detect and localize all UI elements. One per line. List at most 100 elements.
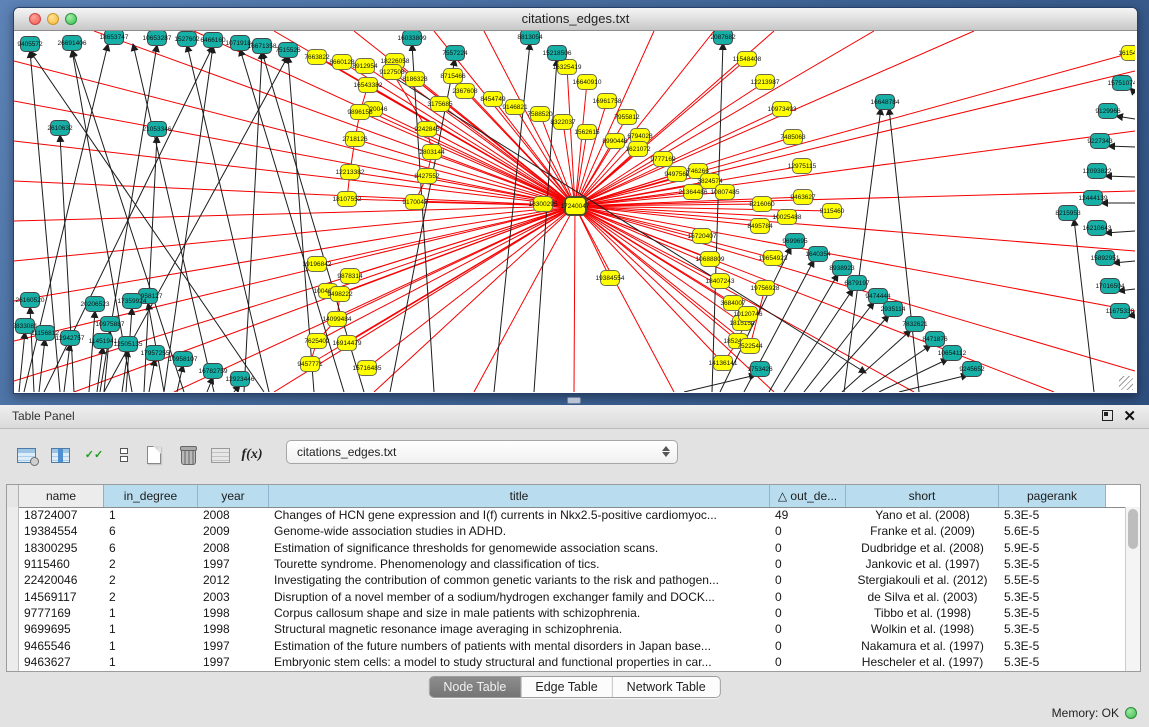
graph-node[interactable]: 16961758 xyxy=(597,93,617,109)
graph-node[interactable]: 14099484 xyxy=(327,311,347,327)
zoom-window-icon[interactable] xyxy=(65,13,77,25)
graph-node[interactable]: 8216060 xyxy=(752,196,772,212)
close-panel-icon[interactable]: ✕ xyxy=(1123,407,1136,426)
graph-node[interactable]: 16640910 xyxy=(577,74,597,90)
graph-node[interactable]: 9878314 xyxy=(340,268,360,284)
graph-node[interactable]: 2367608 xyxy=(455,83,475,99)
graph-node[interactable]: 7832621 xyxy=(905,316,925,332)
graph-node[interactable]: 11548408 xyxy=(737,51,757,67)
graph-node[interactable]: 8660128 xyxy=(332,54,352,70)
graph-node[interactable]: 9245652 xyxy=(962,361,982,377)
graph-node[interactable]: 7485063 xyxy=(783,129,803,145)
graph-node[interactable]: 1562615 xyxy=(577,124,597,140)
table-row[interactable]: 911546021997Tourette syndrome. Phenomeno… xyxy=(19,556,1125,572)
graph-node[interactable]: 2935114 xyxy=(883,301,903,317)
graph-node[interactable]: 18653747 xyxy=(104,31,124,45)
graph-node[interactable]: 6879197 xyxy=(847,275,867,291)
graph-node[interactable]: 7522544 xyxy=(740,338,760,354)
graph-node[interactable]: 2718126 xyxy=(345,131,365,147)
graph-node[interactable]: 9463627 xyxy=(793,189,813,205)
graph-node[interactable]: 2610632 xyxy=(50,120,70,136)
graph-node[interactable]: 1615402 xyxy=(1121,45,1135,61)
graph-node[interactable]: 8813054 xyxy=(520,31,540,45)
table-row[interactable]: 946554611997Estimation of the future num… xyxy=(19,637,1125,653)
graph-node[interactable]: 14136141 xyxy=(713,355,733,371)
graph-node[interactable]: 16782759 xyxy=(203,363,223,379)
graph-node[interactable]: 10120746 xyxy=(738,306,758,322)
graph-node[interactable]: 9170042 xyxy=(405,194,425,210)
row-height-icon[interactable] xyxy=(110,441,138,469)
graph-node[interactable]: 9146821 xyxy=(505,99,525,115)
graph-node[interactable]: 9127508 xyxy=(382,64,402,80)
graph-node[interactable]: 19196842 xyxy=(307,256,327,272)
graph-node[interactable]: 9777169 xyxy=(653,151,673,167)
graph-node[interactable]: 12942757 xyxy=(60,330,80,346)
column-header-out_de[interactable]: △ out_de... xyxy=(770,485,846,507)
graph-node[interactable]: 20206523 xyxy=(85,296,105,312)
network-canvas[interactable]: 1724004718300295766382286601288912954165… xyxy=(14,31,1135,392)
graph-node[interactable]: 15751074 xyxy=(1112,75,1132,91)
graph-node[interactable]: 7588520 xyxy=(530,106,550,122)
graph-node[interactable]: 8322037 xyxy=(553,114,573,130)
graph-node[interactable]: 15720407 xyxy=(692,228,712,244)
graph-node[interactable]: 16210643 xyxy=(1087,220,1107,236)
graph-node[interactable]: 11451941 xyxy=(93,333,113,349)
graph-node[interactable]: 16671358 xyxy=(252,38,272,54)
graph-node[interactable]: 19756928 xyxy=(755,280,775,296)
table-scrollbar[interactable] xyxy=(1125,507,1140,671)
graph-node[interactable]: 10688809 xyxy=(700,251,720,267)
graph-node[interactable]: 8495784 xyxy=(750,218,770,234)
graph-node[interactable]: 19384554 xyxy=(600,270,620,286)
delete-table-icon[interactable] xyxy=(174,441,202,469)
graph-node[interactable]: 10654112 xyxy=(942,345,962,361)
graph-node[interactable]: 10958107 xyxy=(173,351,193,367)
table-row[interactable]: 2242004622012Investigating the contribut… xyxy=(19,572,1125,588)
graph-node[interactable]: 7515526 xyxy=(278,42,298,58)
graph-node[interactable]: 16648784 xyxy=(875,94,895,110)
table-row[interactable]: 1456911722003Disruption of a novel membe… xyxy=(19,588,1125,604)
column-header-in_degree[interactable]: in_degree xyxy=(104,485,198,507)
graph-node[interactable]: 9242845 xyxy=(417,121,437,137)
graph-node[interactable]: 15716485 xyxy=(357,360,377,376)
graph-node[interactable]: 9699695 xyxy=(785,233,805,249)
graph-node[interactable]: 12213382 xyxy=(340,164,360,180)
graph-node[interactable]: 18300295 xyxy=(533,196,553,212)
graph-node[interactable]: 12444139 xyxy=(1083,190,1103,206)
graph-node[interactable]: 1527602 xyxy=(177,31,197,47)
graph-node[interactable]: 10653287 xyxy=(147,31,167,46)
graph-node[interactable]: 18407243 xyxy=(710,273,730,289)
graph-node[interactable]: 8186328 xyxy=(405,71,425,87)
tab-network-table[interactable]: Network Table xyxy=(613,677,720,697)
table-row[interactable]: 969969511998Structural magnetic resonanc… xyxy=(19,621,1125,637)
column-header-short[interactable]: short xyxy=(846,485,999,507)
close-window-icon[interactable] xyxy=(29,13,41,25)
column-header-year[interactable]: year xyxy=(198,485,269,507)
graph-node[interactable]: 9115460 xyxy=(822,203,842,219)
graph-node[interactable]: 17240047 xyxy=(564,196,587,216)
splitter-grip[interactable] xyxy=(567,397,581,404)
graph-node[interactable]: 9498222 xyxy=(330,286,350,302)
scrollbar-thumb[interactable] xyxy=(1128,509,1138,549)
show-column-icon[interactable] xyxy=(46,441,74,469)
graph-node[interactable]: 7955812 xyxy=(617,109,637,125)
graph-node[interactable]: 19654923 xyxy=(763,250,783,266)
table-row[interactable]: 977716911998Corpus callosum shape and si… xyxy=(19,605,1125,621)
table-row[interactable]: 1830029562008Estimation of significance … xyxy=(19,540,1125,556)
graph-node[interactable]: 15218506 xyxy=(547,45,567,61)
graph-node[interactable]: 26691406 xyxy=(62,35,82,51)
graph-node[interactable]: 12923446 xyxy=(230,371,250,387)
graph-node[interactable]: 3175685 xyxy=(430,96,450,112)
graph-node[interactable]: 12093822 xyxy=(1087,163,1107,179)
column-header-title[interactable]: title xyxy=(269,485,770,507)
table-row[interactable]: 1938455462009Genome-wide association stu… xyxy=(19,523,1125,539)
graph-node[interactable]: 18107552 xyxy=(337,191,357,207)
graph-node[interactable]: 2087682 xyxy=(713,31,733,45)
graph-node[interactable]: 17359924 xyxy=(122,293,142,309)
graph-node[interactable]: 10973493 xyxy=(772,101,792,117)
import-table-icon[interactable] xyxy=(206,441,234,469)
select-rows-icon[interactable]: ✓✓ xyxy=(80,441,108,469)
graph-node[interactable]: 8215953 xyxy=(1058,205,1078,221)
graph-node[interactable]: 2803144 xyxy=(422,144,442,160)
graph-node[interactable]: 16033809 xyxy=(402,31,422,46)
graph-node[interactable]: 11675338 xyxy=(1110,303,1130,319)
